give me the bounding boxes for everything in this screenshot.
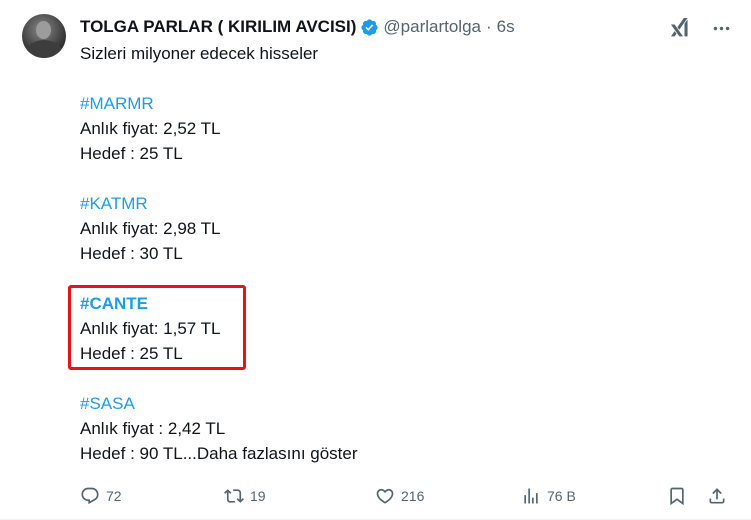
like-count: 216 — [401, 488, 425, 504]
grok-icon[interactable] — [665, 14, 693, 42]
highlight-box — [68, 285, 246, 370]
avatar[interactable] — [22, 14, 66, 58]
tweet-line: Sizleri milyoner edecek hisseler — [80, 44, 319, 63]
hashtag-katmr[interactable]: #KATMR — [80, 191, 700, 216]
tweet-line: Anlık fiyat: 2,52 TL — [80, 119, 221, 138]
share-icon — [709, 488, 725, 504]
tweet[interactable]: TOLGA PARLAR ( KIRILIM AVCISI) @parlarto… — [0, 0, 751, 520]
retweet-icon — [224, 489, 244, 503]
share-button[interactable] — [707, 486, 727, 506]
verified-badge-icon[interactable] — [360, 18, 379, 37]
tweet-line: Anlık fiyat: 2,98 TL — [80, 219, 221, 238]
views-button[interactable]: 76 B — [521, 486, 576, 506]
separator-dot: · — [486, 17, 492, 36]
views-icon — [524, 488, 538, 504]
bookmark-icon — [670, 487, 684, 506]
reply-button[interactable]: 72 — [80, 486, 122, 506]
tweet-header: TOLGA PARLAR ( KIRILIM AVCISI) @parlarto… — [80, 16, 515, 38]
bookmark-button[interactable] — [667, 486, 687, 506]
avatar-face — [36, 21, 51, 39]
retweet-count: 19 — [250, 488, 266, 504]
reply-icon — [81, 487, 99, 505]
author-name[interactable]: TOLGA PARLAR ( KIRILIM AVCISI) — [80, 17, 356, 37]
tweet-time[interactable]: 6s — [497, 17, 515, 37]
tweet-line-show-more[interactable]: Hedef : 90 TL...Daha fazlasını göster — [80, 441, 700, 466]
reply-count: 72 — [106, 488, 122, 504]
tweet-line: Anlık fiyat : 2,42 TL — [80, 419, 226, 438]
avatar-shoulders — [26, 40, 62, 58]
like-icon — [376, 488, 394, 504]
tweet-line: Hedef : 25 TL — [80, 144, 183, 163]
like-button[interactable]: 216 — [375, 486, 424, 506]
hashtag-marmr[interactable]: #MARMR — [80, 91, 700, 116]
tweet-body: Sizleri milyoner edecek hisseler #MARMR … — [80, 41, 700, 466]
hashtag-sasa[interactable]: #SASA — [80, 391, 700, 416]
retweet-button[interactable]: 19 — [224, 486, 266, 506]
top-actions — [665, 14, 735, 42]
author-handle[interactable]: @parlartolga — [383, 17, 481, 37]
views-count: 76 B — [547, 488, 576, 504]
tweet-line: Hedef : 30 TL — [80, 244, 183, 263]
more-icon[interactable] — [707, 14, 735, 42]
action-bar: 72 19 216 76 B — [80, 483, 740, 509]
